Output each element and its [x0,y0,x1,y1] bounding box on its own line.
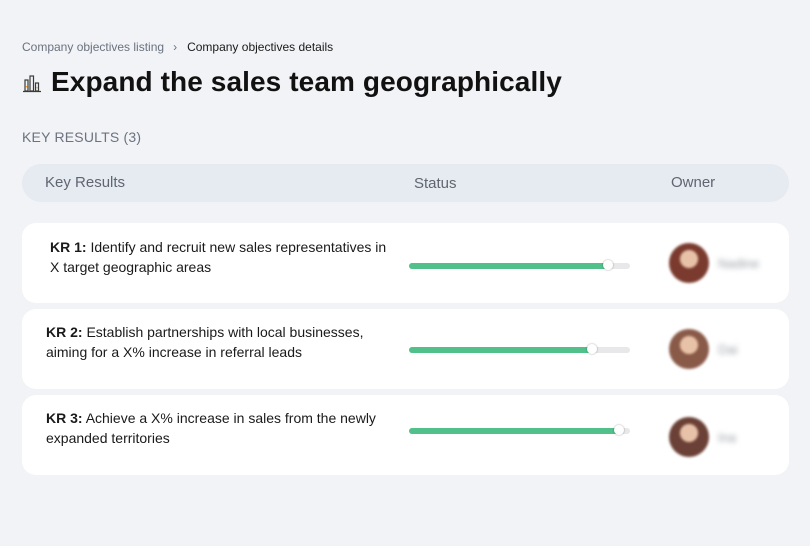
progress-knob[interactable] [602,260,613,270]
key-result-description: KR 3: Achieve a X% increase in sales fro… [46,408,386,448]
key-result-id: KR 1: [50,239,87,255]
key-result-id: KR 2: [46,324,83,340]
key-result-progress-bar [409,260,630,270]
key-result-id: KR 3: [46,410,83,426]
building-chart-icon [23,74,41,92]
progress-fill [409,428,619,434]
key-result-owner[interactable]: Nadine [669,243,759,283]
key-result-text: Achieve a X% increase in sales from the … [46,410,376,446]
column-header-owner[interactable]: Owner [671,174,715,191]
key-result-row[interactable]: KR 1: Identify and recruit new sales rep… [22,223,789,303]
key-result-row[interactable]: KR 3: Achieve a X% increase in sales fro… [22,395,789,475]
progress-fill [409,263,608,269]
avatar [669,243,709,283]
key-result-owner[interactable]: Ina [669,417,736,457]
progress-knob[interactable] [613,425,624,435]
owner-name: Ina [718,429,737,445]
key-result-row[interactable]: KR 2: Establish partnerships with local … [22,309,789,389]
breadcrumb: Company objectives listing › Company obj… [22,39,333,55]
key-result-text: Establish partnerships with local busine… [46,324,364,360]
breadcrumb-current: Company objectives details [187,40,334,54]
breadcrumb-link-objectives-listing[interactable]: Company objectives listing [22,39,164,55]
key-results-table-header: Key Results Status Owner [22,164,789,202]
key-results-section-label: KEY RESULTS (3) [22,129,142,145]
key-result-progress-bar [409,425,630,435]
progress-fill [409,347,593,353]
owner-name: Dai [718,341,738,357]
progress-knob[interactable] [587,344,598,354]
key-result-description: KR 2: Establish partnerships with local … [46,322,386,362]
avatar [669,417,709,457]
avatar [669,329,709,369]
column-header-status[interactable]: Status [414,175,457,192]
objective-header: Expand the sales team geographically [22,66,562,98]
owner-name: Nadine [718,255,760,271]
page-title: Expand the sales team geographically [51,66,562,97]
key-result-text: Identify and recruit new sales represent… [50,239,387,275]
key-result-owner[interactable]: Dai [669,329,738,369]
column-header-key-results[interactable]: Key Results [45,174,125,191]
key-result-progress-bar [409,344,630,354]
breadcrumb-separator: › [173,40,178,54]
key-result-description: KR 1: Identify and recruit new sales rep… [50,237,390,277]
